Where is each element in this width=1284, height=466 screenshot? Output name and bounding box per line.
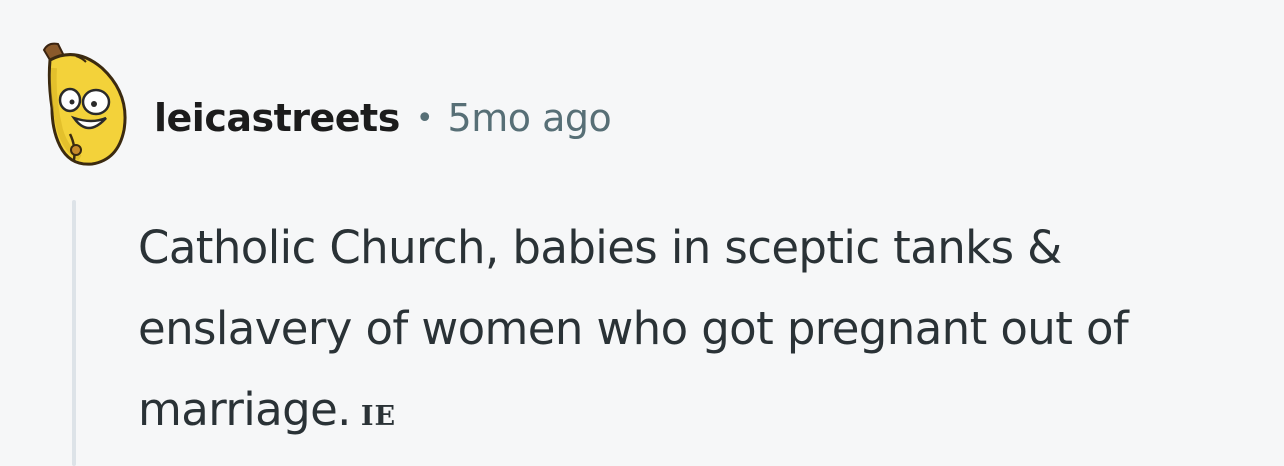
username-link[interactable]: leicastreets xyxy=(154,96,400,140)
user-flair: IE xyxy=(360,401,397,432)
comment-timestamp[interactable]: 5mo ago xyxy=(448,96,612,140)
comment-header: leicastreets • 5mo ago xyxy=(154,90,612,146)
thread-line[interactable] xyxy=(72,200,76,466)
comment-body: Catholic Church, babies in sceptic tanks… xyxy=(138,207,1278,457)
comment: leicastreets • 5mo ago Catholic Church, … xyxy=(0,0,1284,466)
comment-body-text: Catholic Church, babies in sceptic tanks… xyxy=(138,221,1129,436)
meta-separator: • xyxy=(415,100,434,136)
banana-avatar-icon[interactable] xyxy=(30,38,140,168)
